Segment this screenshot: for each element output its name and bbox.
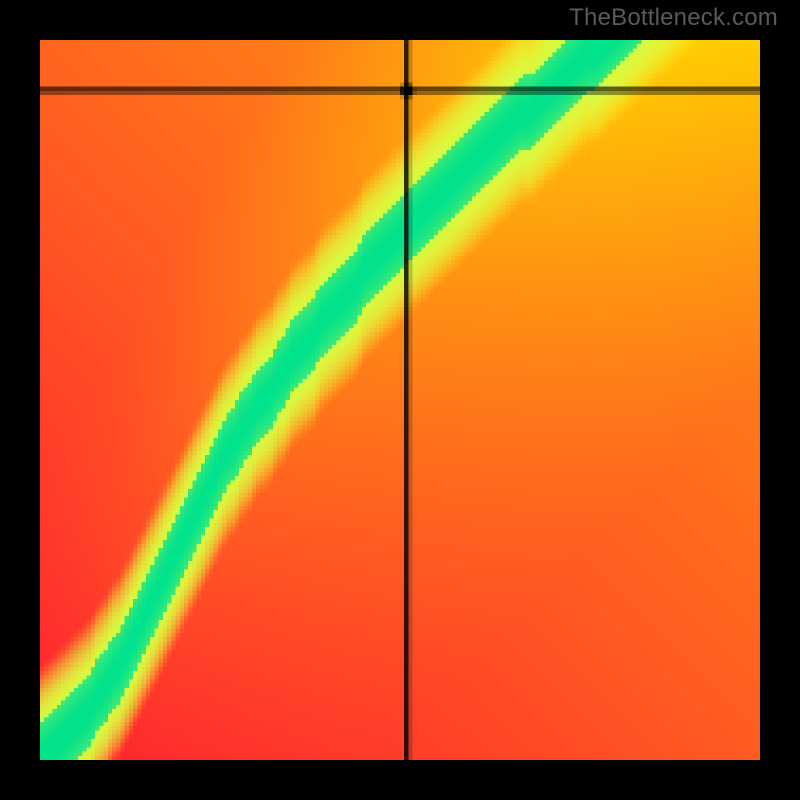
watermark-text: TheBottleneck.com [569, 4, 778, 32]
bottleneck-heatmap [40, 40, 760, 760]
chart-frame: TheBottleneck.com [0, 0, 800, 800]
